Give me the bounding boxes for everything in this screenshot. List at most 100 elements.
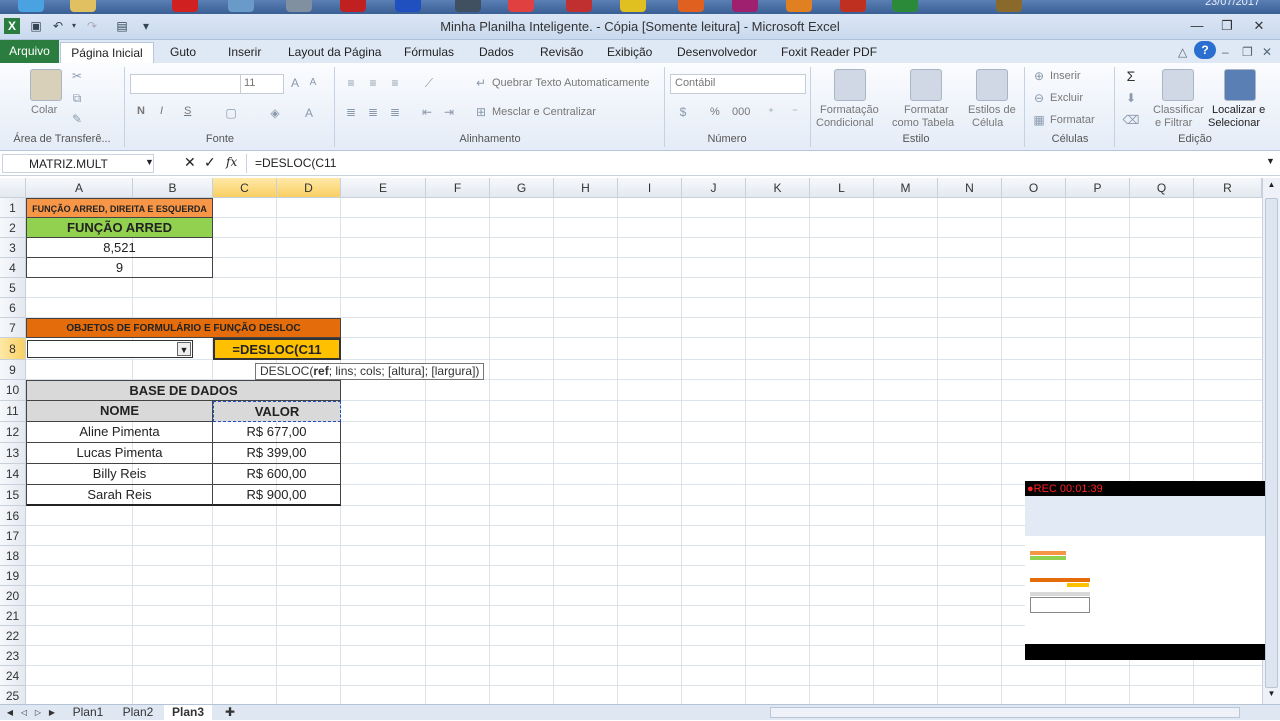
minimize-icon[interactable]: — [1184,16,1210,36]
format-cells-icon[interactable]: ▦ [1030,112,1048,128]
app-icon[interactable] [620,0,646,12]
scroll-down-icon[interactable]: ▼ [1265,689,1278,701]
column-header-f[interactable]: F [426,178,490,198]
bold-button[interactable]: N [137,105,145,117]
row-header-16[interactable]: 16 [0,506,26,526]
align-middle-icon[interactable]: ≡ [364,75,382,91]
row-header-3[interactable]: 3 [0,238,26,258]
copy-icon[interactable]: ⧉ [68,90,86,106]
font-name-select[interactable] [130,74,242,94]
sheet-tab-plan2[interactable]: Plan2 [116,705,160,721]
column-header-o[interactable]: O [1002,178,1066,198]
name-box-dropdown-icon[interactable]: ▼ [145,157,154,167]
column-header-l[interactable]: L [810,178,874,198]
font-color-icon[interactable]: A [300,105,318,121]
delete-cells-button[interactable]: Excluir [1050,92,1083,104]
column-header-e[interactable]: E [341,178,426,198]
scroll-thumb[interactable] [1265,198,1278,688]
row-header-7[interactable]: 7 [0,318,26,338]
number-format-select[interactable]: Contábil [670,74,806,94]
cell-a4-value[interactable]: 9 [26,258,213,278]
row-header-15[interactable]: 15 [0,485,26,506]
align-top-icon[interactable]: ≡ [342,75,360,91]
app-icon[interactable] [996,0,1022,12]
table-cell-nome[interactable]: Aline Pimenta [26,422,213,443]
decrease-font-icon[interactable]: A [304,75,322,91]
row-header-17[interactable]: 17 [0,526,26,546]
table-cell-nome[interactable]: Billy Reis [26,464,213,485]
align-bottom-icon[interactable]: ≡ [386,75,404,91]
form-combo-box[interactable]: ▼ [27,340,193,358]
decrease-decimal-icon[interactable]: ⁻ [786,104,804,120]
underline-button[interactable]: S [184,105,191,117]
find-select-icon[interactable] [1224,69,1256,101]
delete-cells-icon[interactable]: ⊖ [1030,90,1048,106]
row-header-9[interactable]: 9 [0,360,26,380]
tab-desenvolvedor[interactable]: Desenvolvedor [675,42,759,63]
column-header-i[interactable]: I [618,178,682,198]
column-header-a[interactable]: A [26,178,133,198]
find-select-label2[interactable]: Selecionar [1208,117,1260,129]
sheet-tab-plan3[interactable]: Plan3 [164,705,212,721]
app-icon[interactable] [340,0,366,12]
tab-arquivo[interactable]: Arquivo [0,40,59,63]
scroll-up-icon[interactable]: ▲ [1265,180,1278,192]
restore-icon[interactable]: ❐ [1214,16,1240,36]
increase-font-icon[interactable]: A [286,75,304,91]
row-header-4[interactable]: 4 [0,258,26,278]
cell-a3-value[interactable]: 8,521 [26,238,213,258]
fill-icon[interactable]: ⬇ [1122,90,1140,106]
conditional-format-icon[interactable] [834,69,866,101]
folder-icon[interactable] [70,0,96,12]
cell-a2-header[interactable]: FUNÇÃO ARRED [26,218,213,238]
app-icon[interactable] [228,0,254,12]
insert-cells-button[interactable]: Inserir [1050,70,1081,82]
row-header-20[interactable]: 20 [0,586,26,606]
column-header-c[interactable]: C [213,178,277,198]
percent-button[interactable]: % [710,106,720,118]
thousands-button[interactable]: 000 [732,106,750,118]
column-header-n[interactable]: N [938,178,1002,198]
cell-styles-label1[interactable]: Estilos de [968,104,1016,116]
app-icon[interactable] [732,0,758,12]
format-table-label1[interactable]: Formatar [904,104,949,116]
cell-a7-title[interactable]: OBJETOS DE FORMULÁRIO E FUNÇÃO DESLOC [26,318,341,338]
table-cell-valor[interactable]: R$ 600,00 [213,464,341,485]
horizontal-scrollbar[interactable] [770,707,1240,718]
merge-center-icon[interactable]: ⊞ [472,104,490,120]
insert-sheet-icon[interactable]: ✚ [220,705,240,721]
align-left-icon[interactable]: ≣ [342,104,360,120]
app-icon[interactable] [840,0,866,12]
row-header-25[interactable]: 25 [0,686,26,704]
table-cell-valor[interactable]: R$ 399,00 [213,443,341,464]
format-cells-button[interactable]: Formatar [1050,114,1095,126]
tab-foxit[interactable]: Foxit Reader PDF [779,42,879,63]
app-icon[interactable] [455,0,481,12]
merge-center-button[interactable]: Mesclar e Centralizar [492,106,596,118]
cell-a11-header[interactable]: NOME [26,401,213,422]
align-right-icon[interactable]: ≣ [386,104,404,120]
column-header-j[interactable]: J [682,178,746,198]
app-icon[interactable] [566,0,592,12]
first-sheet-icon[interactable]: ◀ [4,705,16,721]
row-header-10[interactable]: 10 [0,380,26,401]
tab-dados[interactable]: Dados [477,42,516,63]
next-sheet-icon[interactable]: ▷ [32,705,44,721]
clear-icon[interactable]: ⌫ [1122,112,1140,128]
currency-icon[interactable]: $ [674,104,692,120]
sheet-tab-plan1[interactable]: Plan1 [66,705,110,721]
column-header-k[interactable]: K [746,178,810,198]
row-header-22[interactable]: 22 [0,626,26,646]
wrap-text-button[interactable]: Quebrar Texto Automaticamente [492,77,650,89]
combo-dropdown-icon[interactable]: ▼ [177,342,191,356]
sort-filter-icon[interactable] [1162,69,1194,101]
row-header-8[interactable]: 8 [0,338,26,360]
font-size-select[interactable]: 11 [240,74,284,94]
app-icon[interactable] [172,0,198,12]
column-header-r[interactable]: R [1194,178,1262,198]
conditional-format-label1[interactable]: Formatação [820,104,879,116]
column-header-d[interactable]: D [277,178,341,198]
column-header-q[interactable]: Q [1130,178,1194,198]
prev-sheet-icon[interactable]: ◁ [18,705,30,721]
app-icon[interactable] [395,0,421,12]
